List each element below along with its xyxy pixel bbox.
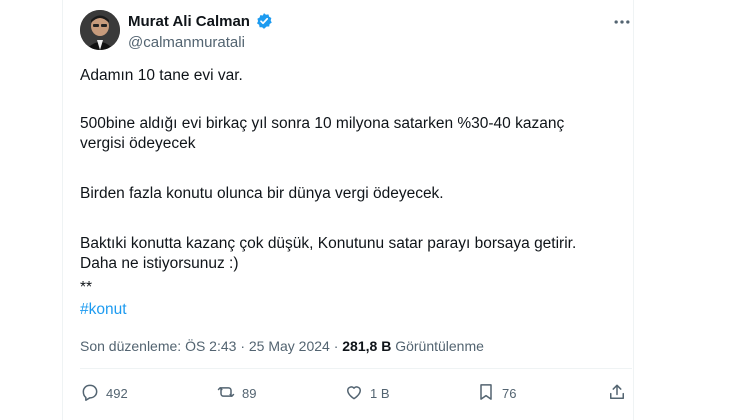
tweet-line: Daha ne istiyorsunuz :) xyxy=(80,255,239,272)
divider xyxy=(80,368,632,369)
more-options-icon[interactable] xyxy=(612,12,632,37)
author-handle[interactable]: @calmanmuratali xyxy=(128,34,245,51)
author-row: Murat Ali Calman xyxy=(128,12,273,30)
views-label: Görüntülenme xyxy=(391,338,484,354)
like-count: 1 B xyxy=(370,386,390,401)
reply-icon xyxy=(80,382,100,405)
action-bar: 492 89 1 B 76 xyxy=(80,382,632,406)
share-button[interactable] xyxy=(607,382,627,405)
tweet-line: Baktıki konutta kazanç çok düşük, Konutu… xyxy=(80,235,577,252)
avatar[interactable] xyxy=(80,10,120,50)
hashtag-link[interactable]: #konut xyxy=(80,300,127,320)
like-button[interactable]: 1 B xyxy=(344,382,390,405)
edited-timestamp[interactable]: Son düzenleme: ÖS 2:43 · 25 May 2024 · xyxy=(80,338,342,354)
repost-icon xyxy=(216,382,236,405)
tweet-paragraph-1: Adamın 10 tane evi var. xyxy=(80,67,243,84)
tweet-card xyxy=(62,0,634,420)
tweet-paragraph-2: 500bine aldığı evi birkaç yıl sonra 10 m… xyxy=(80,114,564,154)
heart-icon xyxy=(344,382,364,405)
tweet-line: 500bine aldığı evi birkaç yıl sonra 10 m… xyxy=(80,115,565,132)
verified-badge-icon xyxy=(255,12,273,30)
bookmark-icon xyxy=(476,382,496,405)
author-name[interactable]: Murat Ali Calman xyxy=(128,13,250,30)
views-count: 281,8 B xyxy=(342,338,392,354)
repost-button[interactable]: 89 xyxy=(216,382,256,405)
tweet-line: vergisi ödeyecek xyxy=(80,135,196,152)
tweet-paragraph-4: Baktıki konutta kazanç çok düşük, Konutu… xyxy=(80,234,576,274)
bookmark-count: 76 xyxy=(502,386,517,401)
share-icon xyxy=(607,382,627,405)
bookmark-button[interactable]: 76 xyxy=(476,382,516,405)
tweet-meta: Son düzenleme: ÖS 2:43 · 25 May 2024 · 2… xyxy=(80,338,484,354)
tweet-paragraph-5: ** xyxy=(80,279,93,296)
tweet-paragraph-3: Birden fazla konutu olunca bir dünya ver… xyxy=(80,185,444,202)
reply-count: 492 xyxy=(106,386,128,401)
repost-count: 89 xyxy=(242,386,257,401)
avatar-image xyxy=(80,10,120,50)
reply-button[interactable]: 492 xyxy=(80,382,128,405)
